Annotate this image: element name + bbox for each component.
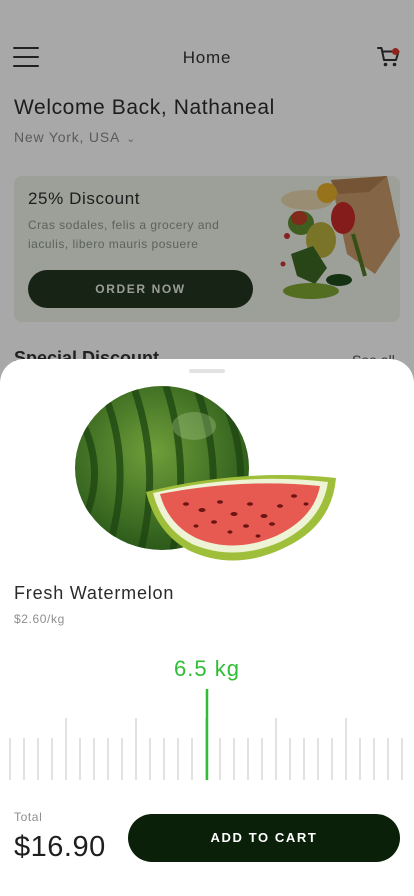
weight-ruler-slider[interactable] bbox=[0, 687, 414, 782]
total-label: Total bbox=[14, 810, 43, 824]
sheet-drag-handle[interactable] bbox=[189, 369, 225, 373]
watermelon-image bbox=[75, 386, 336, 561]
add-to-cart-button[interactable]: ADD TO CART bbox=[128, 814, 400, 862]
selected-weight: 6.5 kg bbox=[174, 656, 240, 681]
total-price: $16.90 bbox=[14, 831, 106, 863]
product-unit-price: $2.60/kg bbox=[14, 612, 65, 626]
product-bottom-sheet: Fresh Watermelon $2.60/kg 6.5 kg Total $… bbox=[0, 359, 414, 896]
product-name: Fresh Watermelon bbox=[14, 583, 175, 603]
